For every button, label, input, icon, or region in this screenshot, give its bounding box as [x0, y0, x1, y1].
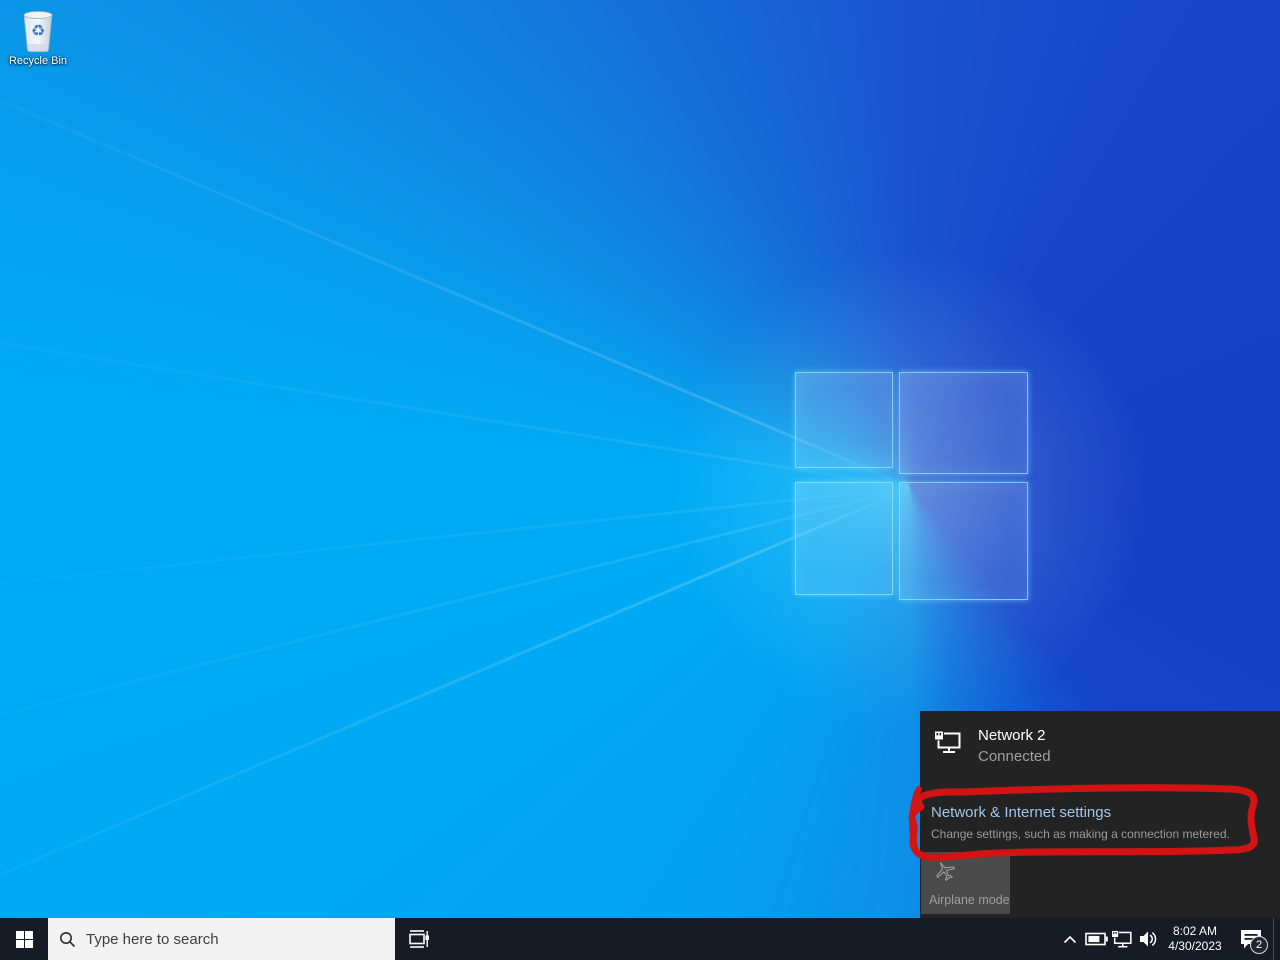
system-tray: 8:02 AM 4/30/2023 2 — [1057, 918, 1280, 960]
recycle-bin-icon: ♻ — [19, 6, 57, 53]
airplane-mode-tile[interactable]: Airplane mode — [921, 852, 1010, 914]
recycle-bin-shortcut[interactable]: ♻ Recycle Bin — [6, 6, 70, 67]
network-flyout: Network 2 Connected Network & Internet s… — [920, 711, 1280, 918]
task-view-icon — [406, 927, 430, 951]
show-hidden-icons-button[interactable] — [1057, 918, 1083, 960]
recycle-bin-label: Recycle Bin — [9, 55, 67, 67]
show-desktop-button[interactable] — [1273, 918, 1280, 960]
search-input[interactable] — [86, 931, 384, 948]
desktop: ♻ Recycle Bin Network 2 Connected Networ… — [0, 0, 1280, 960]
connected-network-entry[interactable]: Network 2 Connected — [934, 727, 1051, 765]
network-status: Connected — [978, 748, 1051, 765]
task-view-button[interactable] — [395, 918, 441, 960]
svg-text:♻: ♻ — [31, 21, 45, 40]
logo-pane — [899, 482, 1028, 600]
logo-pane — [795, 482, 893, 595]
network-name: Network 2 — [978, 727, 1051, 744]
network-tray-button[interactable] — [1109, 918, 1135, 960]
volume-tray-button[interactable] — [1135, 918, 1161, 960]
start-button[interactable] — [0, 918, 48, 960]
clock-date: 4/30/2023 — [1168, 939, 1221, 954]
ethernet-icon — [1111, 929, 1133, 949]
taskbar-search[interactable] — [48, 918, 395, 960]
logo-pane — [899, 372, 1028, 474]
volume-icon — [1138, 930, 1159, 948]
clock-time: 8:02 AM — [1173, 924, 1217, 939]
taskbar: 8:02 AM 4/30/2023 2 — [0, 918, 1280, 960]
airplane-icon — [929, 855, 961, 887]
action-center-button[interactable]: 2 — [1229, 918, 1273, 960]
notification-badge: 2 — [1250, 936, 1268, 954]
airplane-mode-label: Airplane mode — [929, 893, 1010, 907]
search-icon — [59, 931, 76, 948]
windows-logo-icon — [16, 931, 33, 948]
chevron-up-icon — [1063, 935, 1077, 944]
ethernet-icon — [934, 729, 962, 755]
network-entry-text: Network 2 Connected — [978, 727, 1051, 765]
windows-wallpaper-logo — [795, 372, 1028, 600]
network-internet-settings-link[interactable]: Network & Internet settings — [931, 804, 1111, 821]
battery-icon — [1085, 932, 1108, 946]
taskbar-clock[interactable]: 8:02 AM 4/30/2023 — [1161, 918, 1229, 960]
logo-pane — [795, 372, 893, 468]
battery-tray-button[interactable] — [1083, 918, 1109, 960]
settings-link-description: Change settings, such as making a connec… — [931, 827, 1230, 841]
